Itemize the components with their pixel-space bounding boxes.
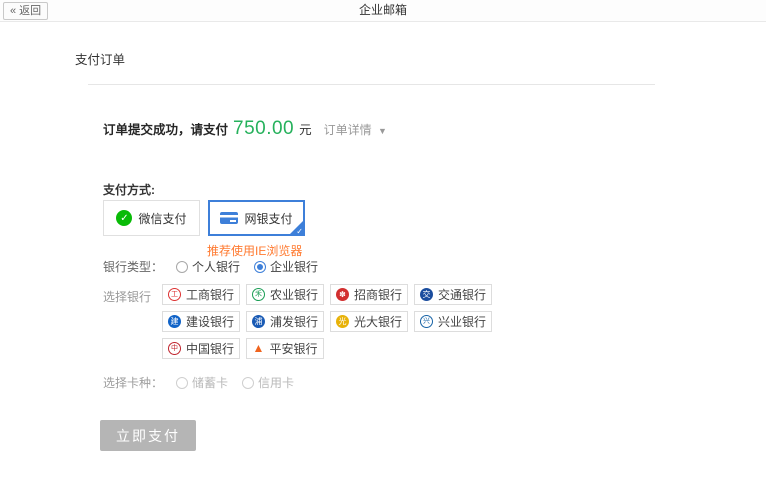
bank-button-ceb[interactable]: 光 光大银行	[330, 311, 408, 332]
bank-name: 农业银行	[270, 286, 318, 303]
order-details-link[interactable]: 订单详情 ▼	[324, 121, 387, 138]
cib-bank-icon: 兴	[420, 315, 433, 328]
card-type-label: 选择卡种：	[103, 374, 163, 391]
payment-method-row: ✓ 微信支付 网银支付 ✓	[103, 200, 305, 236]
payment-method-label: 网银支付	[244, 210, 292, 227]
ccb-bank-icon: 建	[168, 315, 181, 328]
radio-personal-bank[interactable]: 个人银行	[176, 258, 240, 275]
bank-grid: 工 工商银行 禾 农业银行 ✽ 招商银行 交 交通银行 建 建设银行 浦 浦发银…	[162, 284, 492, 359]
bank-select-label: 选择银行	[103, 288, 151, 305]
radio-label: 企业银行	[270, 258, 318, 275]
payment-method-section-label: 支付方式:	[103, 181, 155, 198]
pingan-bank-icon: ▲	[253, 342, 265, 355]
bank-name: 工商银行	[186, 286, 234, 303]
order-amount: 750.00	[233, 118, 294, 140]
ie-browser-hint: 推荐使用IE浏览器	[207, 242, 302, 259]
radio-icon	[176, 377, 188, 389]
bank-button-icbc[interactable]: 工 工商银行	[162, 284, 240, 305]
payment-method-label: 微信支付	[138, 210, 186, 227]
bank-card-icon	[220, 212, 238, 224]
page-title: 支付订单	[75, 49, 125, 68]
radio-debit-card[interactable]: 储蓄卡	[176, 374, 228, 391]
bank-button-cmb[interactable]: ✽ 招商银行	[330, 284, 408, 305]
bocom-bank-icon: 交	[420, 288, 433, 301]
bank-type-label: 银行类型：	[103, 258, 163, 275]
radio-credit-card[interactable]: 信用卡	[242, 374, 294, 391]
bank-name: 招商银行	[354, 286, 402, 303]
bank-name: 光大银行	[354, 313, 402, 330]
section-divider	[88, 84, 655, 85]
bank-button-spdb[interactable]: 浦 浦发银行	[246, 311, 324, 332]
radio-checked-icon	[254, 261, 266, 273]
bank-button-ccb[interactable]: 建 建设银行	[162, 311, 240, 332]
bank-name: 浦发银行	[270, 313, 318, 330]
bank-type-row: 银行类型： 个人银行 企业银行	[103, 258, 332, 275]
card-type-row: 选择卡种： 储蓄卡 信用卡	[103, 374, 308, 391]
radio-label: 个人银行	[192, 258, 240, 275]
bank-button-pingan[interactable]: ▲ 平安银行	[246, 338, 324, 359]
payment-method-wechat[interactable]: ✓ 微信支付	[103, 200, 200, 236]
check-icon: ✓	[296, 227, 303, 236]
radio-label: 信用卡	[258, 374, 294, 391]
abc-bank-icon: 禾	[252, 288, 265, 301]
bank-name: 兴业银行	[438, 313, 486, 330]
bank-name: 中国银行	[186, 340, 234, 357]
bank-name: 建设银行	[186, 313, 234, 330]
radio-enterprise-bank[interactable]: 企业银行	[254, 258, 318, 275]
boc-bank-icon: 中	[168, 342, 181, 355]
wechat-pay-icon: ✓	[116, 210, 132, 226]
pay-now-button[interactable]: 立即支付	[100, 420, 196, 451]
order-status-text: 订单提交成功，请支付	[103, 119, 228, 138]
radio-icon	[176, 261, 188, 273]
bank-button-cib[interactable]: 兴 兴业银行	[414, 311, 492, 332]
radio-icon	[242, 377, 254, 389]
icbc-bank-icon: 工	[168, 288, 181, 301]
app-title: 企业邮箱	[0, 0, 766, 21]
payment-method-netbank[interactable]: 网银支付 ✓	[208, 200, 305, 236]
payment-order-page: « 返回 企业邮箱 支付订单 订单提交成功，请支付 750.00 元 订单详情 …	[0, 0, 766, 494]
cmb-bank-icon: ✽	[336, 288, 349, 301]
bank-button-boc[interactable]: 中 中国银行	[162, 338, 240, 359]
top-header-bar: « 返回 企业邮箱	[0, 0, 766, 22]
ceb-bank-icon: 光	[336, 315, 349, 328]
bank-button-abc[interactable]: 禾 农业银行	[246, 284, 324, 305]
order-summary: 订单提交成功，请支付 750.00 元 订单详情 ▼	[103, 118, 387, 140]
bank-button-bocom[interactable]: 交 交通银行	[414, 284, 492, 305]
bank-name: 平安银行	[269, 340, 317, 357]
chevron-down-icon: ▼	[378, 126, 387, 136]
order-details-label: 订单详情	[324, 123, 372, 137]
spdb-bank-icon: 浦	[252, 315, 265, 328]
radio-label: 储蓄卡	[192, 374, 228, 391]
order-currency: 元	[299, 119, 312, 138]
bank-name: 交通银行	[438, 286, 486, 303]
